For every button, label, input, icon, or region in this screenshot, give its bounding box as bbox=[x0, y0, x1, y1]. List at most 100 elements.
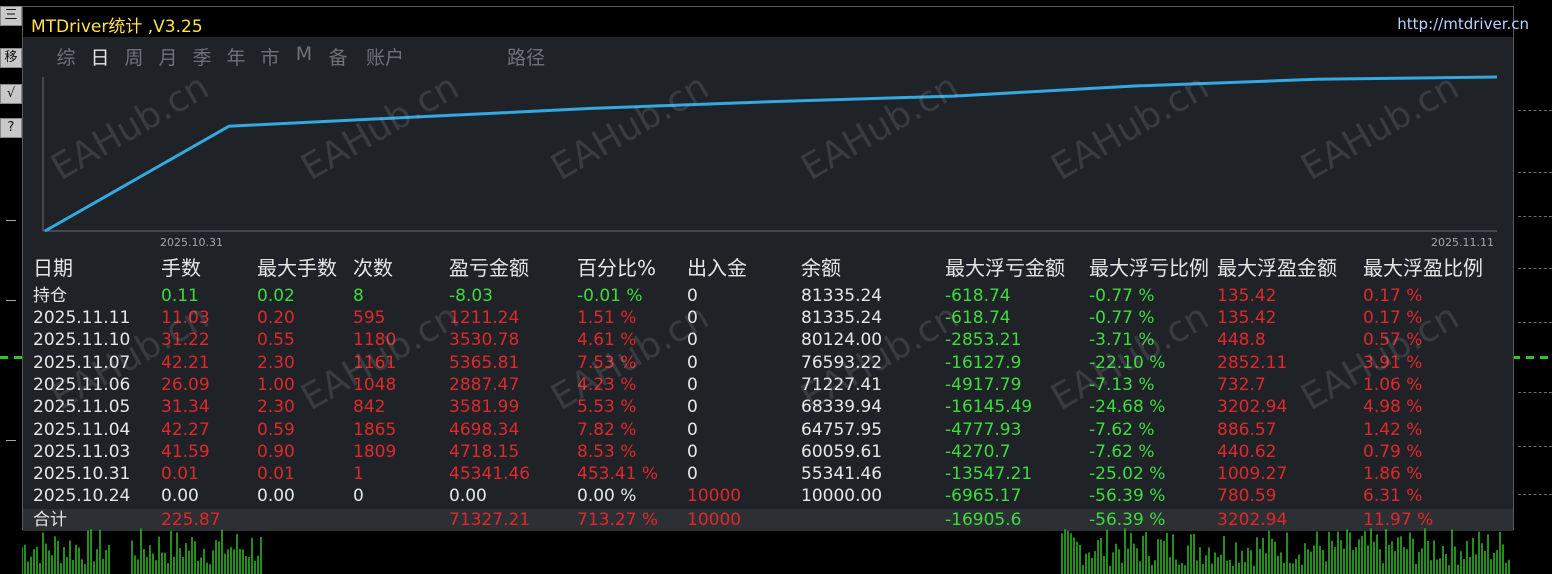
table-row[interactable]: 2025.11.07 42.21 2.30 1161 5365.81 7.53 % 0 765… bbox=[23, 352, 1513, 374]
table-header-row: 日期 手数 最大手数 次数 盈亏金额 百分比% 出入金 余额 最大浮亏金额 最大… bbox=[23, 257, 1513, 279]
tab-magic[interactable]: M bbox=[287, 43, 321, 70]
table-row[interactable]: 2025.10.31 0.01 0.01 1 45341.46 453.41 % 0 5534… bbox=[23, 463, 1513, 485]
rail-tick bbox=[6, 220, 16, 221]
cell-balance: 81335.24 bbox=[801, 308, 883, 328]
cell-max-fp: 3202.94 bbox=[1217, 397, 1288, 418]
title-bar[interactable]: MTDriver统计 ,V3.25 http://mtdriver.cn bbox=[23, 7, 1529, 37]
cell-deposit: 0 bbox=[687, 374, 698, 395]
header-max-float-profit: 最大浮盈金额 bbox=[1217, 256, 1337, 280]
cell-pnl: 5365.81 bbox=[449, 352, 520, 373]
cell-date: 2025.11.03 bbox=[33, 441, 131, 462]
table-row[interactable]: 2025.10.24 0.00 0.00 0 0.00 0.00 % 10000 10000.… bbox=[23, 485, 1513, 507]
header-lots: 手数 bbox=[161, 256, 201, 280]
table-row[interactable]: 2025.11.06 26.09 1.00 1048 2887.47 4.23 % 0 712… bbox=[23, 374, 1513, 396]
chart-x-tick-label: 2025.11.11 bbox=[1431, 236, 1494, 249]
table-row[interactable]: 2025.11.11 11.03 0.20 595 1211.24 1.51 % 0 8133… bbox=[23, 307, 1513, 329]
cell-max-dd: -4917.79 bbox=[945, 374, 1022, 395]
cell-max-dd: -16145.49 bbox=[945, 397, 1033, 418]
cell-balance: 10000.00 bbox=[801, 486, 883, 507]
tab-summary[interactable]: 综 bbox=[49, 43, 83, 70]
tab-notes[interactable]: 备 bbox=[321, 43, 355, 70]
menu-icon[interactable]: 三 bbox=[0, 6, 22, 26]
check-button[interactable]: √ bbox=[0, 84, 22, 104]
tab-monthly[interactable]: 月 bbox=[151, 43, 185, 70]
cell-max-fp-pct: 0.79 % bbox=[1363, 441, 1423, 462]
position-row[interactable]: 持仓 0.11 0.02 8 -8.03 -0.01 % 0 81335.24 -618.74-… bbox=[23, 285, 1513, 307]
cell-pct: 1.51 % bbox=[577, 308, 637, 328]
cell-date: 2025.11.04 bbox=[33, 419, 131, 440]
cell-deposit: 0 bbox=[687, 464, 698, 485]
price-gridline bbox=[1518, 172, 1552, 173]
cell-max-dd-pct: -25.02 % bbox=[1089, 464, 1166, 485]
cell-max-dd: -6965.17 bbox=[945, 486, 1022, 507]
cell-max-lots: 0.55 bbox=[257, 330, 295, 351]
cell-max-fp: 135.42 bbox=[1217, 286, 1277, 306]
cell-max-dd-pct: -7.62 % bbox=[1089, 419, 1155, 440]
period-tabs: 综 日 周 月 季 年 市 M 备 账户 bbox=[49, 43, 415, 70]
cell-max-dd-pct: -0.77 % bbox=[1089, 286, 1155, 306]
price-gridline bbox=[1518, 446, 1552, 447]
chart-x-tick-label: 2025.10.31 bbox=[160, 236, 223, 249]
header-max-drawdown-pct: 最大浮亏比例 bbox=[1089, 256, 1209, 280]
cell-date: 2025.11.11 bbox=[33, 308, 131, 328]
tab-market[interactable]: 市 bbox=[253, 43, 287, 70]
cell-max-dd: -16127.9 bbox=[945, 352, 1022, 373]
cell-pnl: -8.03 bbox=[449, 286, 493, 306]
cell-max-fp-pct: 1.42 % bbox=[1363, 419, 1423, 440]
tab-daily[interactable]: 日 bbox=[83, 43, 117, 70]
cell-pnl: 0.00 bbox=[449, 486, 487, 507]
cell-deposit: 0 bbox=[687, 419, 698, 440]
website-link[interactable]: http://mtdriver.cn bbox=[1397, 15, 1529, 33]
header-pnl: 盈亏金额 bbox=[449, 256, 529, 280]
cell-max-fp: 440.62 bbox=[1217, 441, 1277, 462]
price-level-line bbox=[1512, 356, 1552, 359]
tab-yearly[interactable]: 年 bbox=[219, 43, 253, 70]
tab-account[interactable]: 账户 bbox=[355, 43, 415, 70]
cell-pnl: 45341.46 bbox=[449, 464, 531, 485]
rail-tick bbox=[6, 440, 16, 441]
terminal-right-rail bbox=[1512, 0, 1552, 574]
cell-lots: 0.01 bbox=[161, 464, 199, 485]
tab-quarterly[interactable]: 季 bbox=[185, 43, 219, 70]
tab-path[interactable]: 路径 bbox=[507, 43, 545, 70]
cell-max-fp: 732.7 bbox=[1217, 374, 1266, 395]
table-row[interactable]: 2025.11.03 41.59 0.90 1809 4718.15 8.53 % 0 600… bbox=[23, 441, 1513, 463]
cell-max-lots: 0.59 bbox=[257, 419, 295, 440]
header-date: 日期 bbox=[33, 256, 73, 280]
table-row[interactable]: 2025.11.04 42.27 0.59 1865 4698.34 7.82 % 0 647… bbox=[23, 419, 1513, 441]
table-row[interactable]: 2025.11.10 31.22 0.55 1180 3530.78 4.61 % 0 801… bbox=[23, 329, 1513, 351]
help-button[interactable]: ? bbox=[0, 118, 22, 138]
table-row[interactable]: 2025.11.05 31.34 2.30 842 3581.99 5.53 % 0 6833… bbox=[23, 396, 1513, 418]
header-pct: 百分比% bbox=[577, 256, 657, 280]
cell-lots: 42.27 bbox=[161, 419, 210, 440]
cell-max-lots: 0.01 bbox=[257, 464, 295, 485]
equity-line bbox=[44, 75, 1498, 233]
cell-max-lots: 0.02 bbox=[257, 286, 295, 306]
cell-max-fp: 135.42 bbox=[1217, 308, 1277, 328]
terminal-left-rail: 三 移 √ ? bbox=[0, 0, 22, 574]
tab-weekly[interactable]: 周 bbox=[117, 43, 151, 70]
cell-lots: 31.34 bbox=[161, 397, 210, 418]
header-count: 次数 bbox=[353, 256, 393, 280]
cell-balance: 81335.24 bbox=[801, 286, 883, 306]
mtdriver-stats-window: MTDriver统计 ,V3.25 http://mtdriver.cn 综 日… bbox=[22, 6, 1529, 531]
cell-max-lots: 0.90 bbox=[257, 441, 295, 462]
price-level-line bbox=[0, 356, 22, 359]
cell-max-dd: -618.74 bbox=[945, 286, 1011, 306]
cell-max-lots: 0.00 bbox=[257, 486, 295, 507]
rail-tick bbox=[6, 300, 16, 301]
cell-max-fp: 886.57 bbox=[1217, 419, 1277, 440]
cell-pnl: 3581.99 bbox=[449, 397, 520, 418]
header-max-drawdown: 最大浮亏金额 bbox=[945, 256, 1065, 280]
price-gridline bbox=[1518, 216, 1552, 217]
cell-pnl: 4718.15 bbox=[449, 441, 520, 462]
cell-balance: 55341.46 bbox=[801, 464, 883, 485]
move-button[interactable]: 移 bbox=[0, 48, 22, 68]
cell-count: 1809 bbox=[353, 441, 397, 462]
price-bars-background bbox=[22, 528, 1510, 574]
header-deposit: 出入金 bbox=[687, 256, 747, 280]
cell-max-dd: -13547.21 bbox=[945, 464, 1033, 485]
cell-max-dd-pct: -56.39 % bbox=[1089, 486, 1166, 507]
cell-max-fp-pct: 6.31 % bbox=[1363, 486, 1423, 507]
cell-pct: 0.00 % bbox=[577, 486, 637, 507]
